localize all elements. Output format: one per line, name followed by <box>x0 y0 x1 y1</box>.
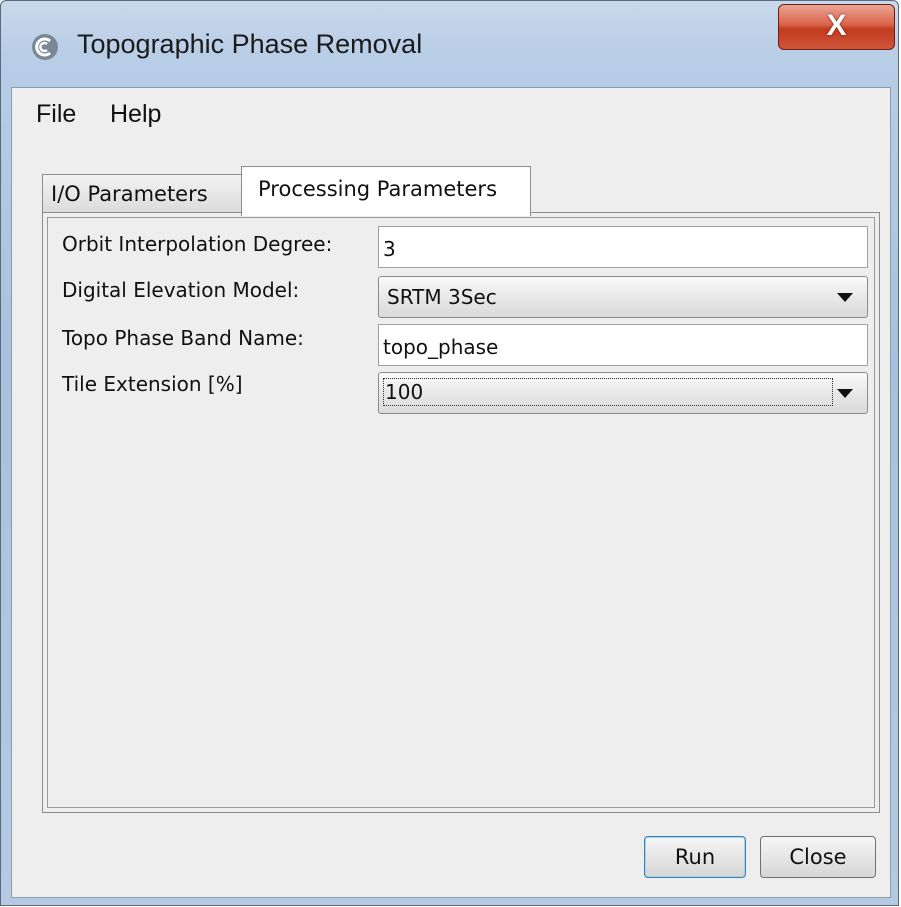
topo-band-label: Topo Phase Band Name: <box>62 326 304 350</box>
tile-extension-select[interactable]: 100 <box>378 372 868 414</box>
dem-select[interactable]: SRTM 3Sec <box>378 276 868 318</box>
tab-processing-parameters[interactable]: Processing Parameters <box>241 166 531 216</box>
tab-processing-parameters-label: Processing Parameters <box>258 177 498 201</box>
dialog-body: File Help I/O Parameters Processing Para… <box>11 87 891 898</box>
window-close-button[interactable]: X <box>778 4 895 50</box>
menu-bar: File Help <box>12 88 890 144</box>
close-icon: X <box>826 9 847 42</box>
run-button[interactable]: Run <box>644 836 746 878</box>
menu-file[interactable]: File <box>34 100 78 129</box>
tab-io-parameters-label: I/O Parameters <box>51 182 208 206</box>
close-button[interactable]: Close <box>760 836 876 878</box>
app-icon <box>32 34 58 60</box>
menu-help[interactable]: Help <box>108 100 163 129</box>
orbit-degree-label: Orbit Interpolation Degree: <box>62 232 333 256</box>
tab-io-parameters[interactable]: I/O Parameters <box>42 174 242 212</box>
topo-band-input[interactable]: topo_phase <box>378 324 868 366</box>
chevron-down-icon <box>837 293 853 302</box>
dialog-window: Topographic Phase Removal X File Help I/… <box>0 0 899 906</box>
tile-extension-selected-value: 100 <box>383 378 833 406</box>
dem-selected-value: SRTM 3Sec <box>387 285 497 309</box>
chevron-down-icon <box>837 389 853 398</box>
processing-parameters-panel: Orbit Interpolation Degree: 3 Digital El… <box>42 212 880 813</box>
orbit-degree-input[interactable]: 3 <box>378 226 868 268</box>
tile-extension-label: Tile Extension [%] <box>62 372 243 396</box>
dem-label: Digital Elevation Model: <box>62 278 300 302</box>
parameters-form: Orbit Interpolation Degree: 3 Digital El… <box>47 217 875 808</box>
title-bar[interactable]: Topographic Phase Removal X <box>1 1 898 89</box>
window-title: Topographic Phase Removal <box>77 29 423 59</box>
